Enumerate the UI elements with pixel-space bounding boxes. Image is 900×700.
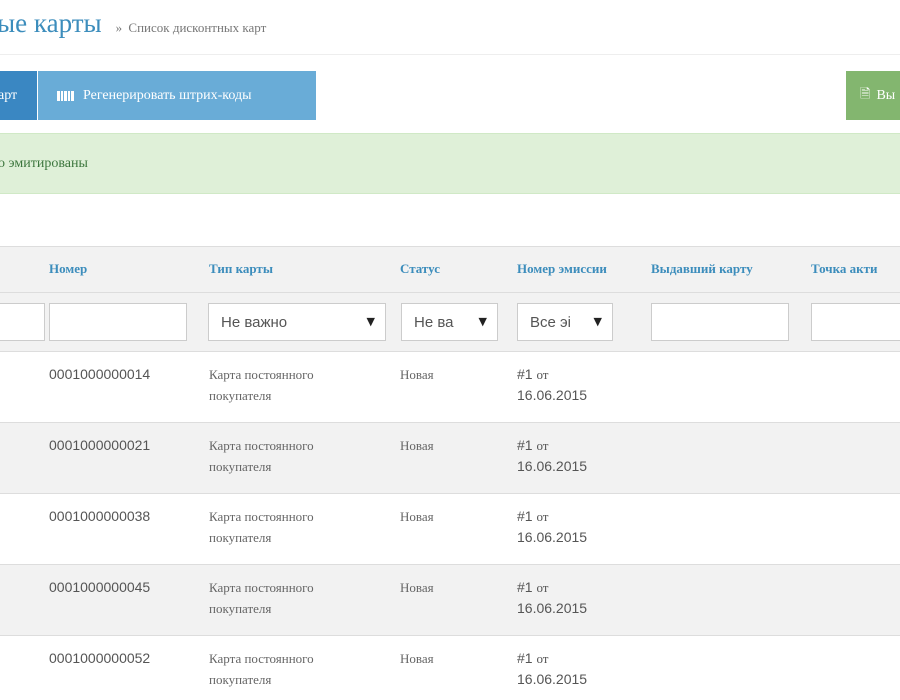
cell-card-type: Карта постоянного покупателя [209, 438, 314, 474]
emission-date: 16.06.2015 [517, 671, 588, 687]
export-button[interactable]: 🗎 Вы [846, 71, 900, 120]
emission-date: 16.06.2015 [517, 458, 588, 474]
emission-ot: от [536, 438, 549, 453]
emission-ot: от [536, 651, 549, 666]
emission-ot: от [536, 509, 549, 524]
emission-ot: от [536, 580, 549, 595]
table-row[interactable]: 0001000000052 Карта постоянного покупате… [0, 635, 900, 700]
column-header-card-type[interactable]: Тип карты [209, 261, 273, 277]
emission-no: #1 [517, 579, 533, 595]
header-divider [0, 54, 900, 55]
filter-id-input[interactable] [0, 303, 45, 341]
emission-no: #1 [517, 650, 533, 666]
breadcrumb-separator: » [115, 20, 123, 35]
cell-card-type: Карта постоянного покупателя [209, 509, 314, 545]
filter-row: Не важно ▼ Не ва ▼ Все эі ▼ [0, 292, 900, 352]
filter-status-select[interactable]: Не ва ▼ [401, 303, 498, 341]
cell-card-type: Карта постоянного покупателя [209, 580, 314, 616]
alert-text: о эмитированы [0, 155, 88, 171]
column-header-emission-number[interactable]: Номер эмиссии [517, 261, 607, 277]
cell-number: 0001000000038 [49, 508, 151, 524]
page-header: ые карты » Список дисконтных карт [0, 8, 266, 40]
barcode-icon [57, 90, 74, 101]
dropdown-caret-icon: ▼ [478, 315, 487, 328]
export-label: Вы [876, 87, 896, 103]
breadcrumb: » Список дисконтных карт [116, 20, 267, 36]
cell-number: 0001000000021 [49, 437, 151, 453]
table-row[interactable]: 0001000000038 Карта постоянного покупате… [0, 493, 900, 564]
filter-emission-select[interactable]: Все эі ▼ [517, 303, 613, 341]
column-header-number[interactable]: Номер [49, 261, 87, 277]
filter-issuer-input[interactable] [651, 303, 789, 341]
breadcrumb-current: Список дисконтных карт [128, 20, 267, 35]
emission-no: #1 [517, 437, 533, 453]
emit-cards-button[interactable]: арт [0, 71, 37, 120]
page-title: ые карты [0, 8, 102, 38]
regenerate-barcodes-button[interactable]: Регенерировать штрих-коды [38, 71, 316, 120]
table-row[interactable]: 0001000000021 Карта постоянного покупате… [0, 422, 900, 493]
emission-no: #1 [517, 366, 533, 382]
cell-number: 0001000000045 [49, 579, 151, 595]
table-header: Номер Тип карты Статус Номер эмиссии Выд… [0, 246, 900, 293]
column-header-activation-point[interactable]: Точка акти [811, 261, 878, 277]
emission-date: 16.06.2015 [517, 387, 588, 403]
column-header-status[interactable]: Статус [400, 261, 440, 277]
filter-activation-input[interactable] [811, 303, 900, 341]
regenerate-barcodes-label: Регенерировать штрих-коды [83, 87, 252, 103]
cell-status: Новая [400, 438, 434, 453]
filter-emission-value: Все эі [530, 313, 572, 331]
filter-status-value: Не ва [414, 313, 454, 331]
emission-no: #1 [517, 508, 533, 524]
table-row[interactable]: 0001000000014 Карта постоянного покупате… [0, 351, 900, 422]
cell-status: Новая [400, 509, 434, 524]
emission-date: 16.06.2015 [517, 529, 588, 545]
cell-number: 0001000000052 [49, 650, 151, 666]
cell-emission: #1 от 16.06.2015 [517, 577, 627, 619]
cell-status: Новая [400, 651, 434, 666]
cell-status: Новая [400, 580, 434, 595]
cell-number: 0001000000014 [49, 366, 151, 382]
cell-status: Новая [400, 367, 434, 382]
emission-ot: от [536, 367, 549, 382]
dropdown-caret-icon: ▼ [593, 315, 602, 328]
document-icon: 🗎 [860, 86, 871, 102]
page: ые карты » Список дисконтных карт арт Ре… [0, 0, 900, 700]
cell-emission: #1 от 16.06.2015 [517, 435, 627, 477]
column-header-issuer[interactable]: Выдавший карту [651, 261, 753, 277]
success-alert: о эмитированы [0, 133, 900, 194]
dropdown-caret-icon: ▼ [366, 315, 375, 328]
filter-card-type-value: Не важно [221, 313, 288, 331]
cell-emission: #1 от 16.06.2015 [517, 364, 627, 406]
emission-date: 16.06.2015 [517, 600, 588, 616]
cell-card-type: Карта постоянного покупателя [209, 651, 314, 687]
emit-cards-label: арт [0, 87, 18, 103]
cell-emission: #1 от 16.06.2015 [517, 648, 627, 690]
cell-emission: #1 от 16.06.2015 [517, 506, 627, 548]
table-row[interactable]: 0001000000045 Карта постоянного покупате… [0, 564, 900, 635]
cell-card-type: Карта постоянного покупателя [209, 367, 314, 403]
filter-number-input[interactable] [49, 303, 187, 341]
filter-card-type-select[interactable]: Не важно ▼ [208, 303, 386, 341]
